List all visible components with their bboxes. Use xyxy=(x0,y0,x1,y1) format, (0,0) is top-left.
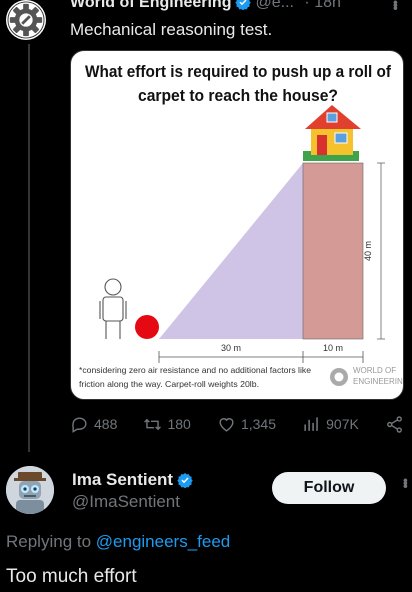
view-count: 907K xyxy=(326,416,359,432)
tweet-image[interactable]: What effort is required to push up a rol… xyxy=(70,50,404,400)
label-width: 10 m xyxy=(323,343,343,353)
reply-button[interactable]: 488 xyxy=(70,415,117,434)
label-height: 40 m xyxy=(363,241,373,261)
repost-icon xyxy=(144,418,162,430)
more-icon[interactable]: ••• xyxy=(388,0,404,9)
follow-button[interactable]: Follow xyxy=(272,472,386,504)
reply-tweet: Ima Sentient @ImaSentient Follow ••• Rep… xyxy=(0,458,412,592)
gear-logo-icon xyxy=(7,1,45,39)
label-base: 30 m xyxy=(221,343,241,353)
more-icon[interactable]: ••• xyxy=(398,478,412,487)
author-handle[interactable]: @e... xyxy=(255,0,293,11)
tweet-header: World of Engineering @e... · 18h xyxy=(70,0,410,14)
tweet-time[interactable]: 18h xyxy=(314,0,341,11)
image-note-line1: *considering zero air resistance and no … xyxy=(79,365,311,375)
action-bar: 488 180 1,345 907K xyxy=(70,412,404,436)
like-icon xyxy=(219,417,234,432)
thread-line xyxy=(28,44,30,452)
watermark-line1: WORLD OF xyxy=(353,366,396,375)
verified-icon xyxy=(177,473,193,488)
ramp-shape xyxy=(159,163,303,339)
tweet-text: Mechanical reasoning test. xyxy=(70,20,273,39)
watermark-gear-icon xyxy=(330,368,348,386)
repost-button[interactable]: 180 xyxy=(143,415,191,434)
replying-mention[interactable]: @engineers_feed xyxy=(96,532,230,551)
image-title-line1: What effort is required to push up a rol… xyxy=(85,63,391,81)
reply-author-handle[interactable]: @ImaSentient xyxy=(72,492,180,512)
share-button[interactable] xyxy=(385,415,404,434)
person-icon xyxy=(99,278,127,339)
verified-icon xyxy=(235,0,252,10)
replying-prefix: Replying to xyxy=(6,532,96,551)
carpet-roll-ball xyxy=(135,315,159,339)
views-icon xyxy=(304,416,318,431)
reply-avatar[interactable] xyxy=(6,466,54,514)
reply-author-name[interactable]: Ima Sentient xyxy=(72,470,197,490)
building-block xyxy=(302,162,364,340)
separator: · xyxy=(304,0,310,11)
image-note-line2: friction along the way. Carpet-roll weig… xyxy=(79,379,259,389)
watermark-line2: ENGINEERING xyxy=(353,377,404,386)
repost-count: 180 xyxy=(167,416,191,432)
house-icon xyxy=(303,105,361,161)
reply-icon xyxy=(72,416,87,433)
reply-text: Too much effort xyxy=(6,566,137,587)
author-name[interactable]: World of Engineering xyxy=(70,0,231,11)
reply-count: 488 xyxy=(94,416,118,432)
share-icon xyxy=(387,415,402,433)
replying-to: Replying to @engineers_feed xyxy=(6,532,230,552)
author-avatar[interactable] xyxy=(6,0,46,40)
image-title-line2: carpet to reach the house? xyxy=(138,87,338,105)
like-count: 1,345 xyxy=(240,416,277,432)
views-button[interactable]: 907K xyxy=(302,415,359,434)
robot-avatar-icon xyxy=(6,466,54,514)
like-button[interactable]: 1,345 xyxy=(217,415,276,434)
